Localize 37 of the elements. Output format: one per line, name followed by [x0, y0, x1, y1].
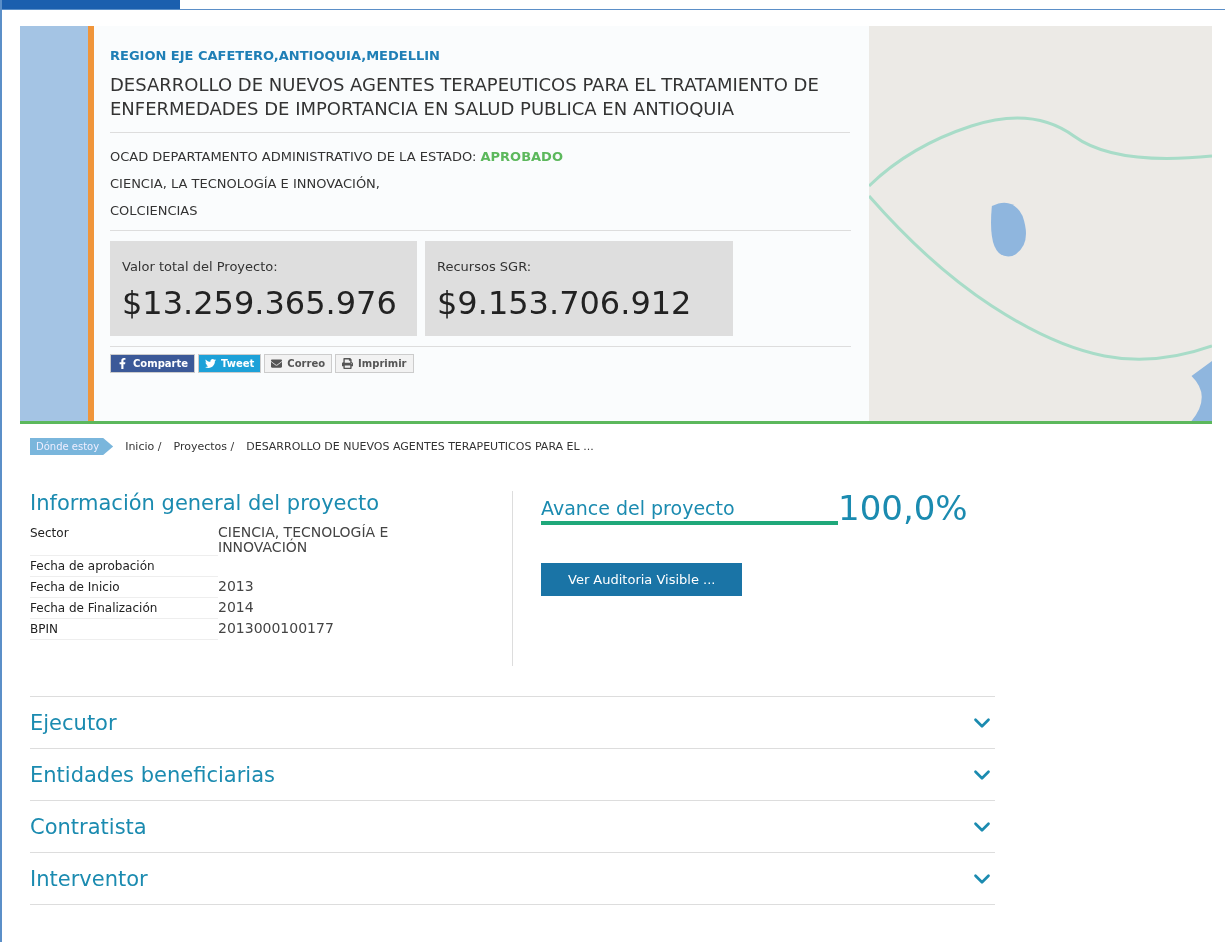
facebook-share-button[interactable]: Comparte	[110, 353, 196, 373]
accordion-header[interactable]: Interventor	[30, 853, 995, 905]
project-title: DESARROLLO DE NUEVOS AGENTES TERAPEUTICOS PARA EL TRATAMIENTO DE ENFERMEDADES DE IMPORTANCIA EN SALUD PUBLICA EN ANTIOQUIA	[110, 73, 850, 133]
ocad-text: CIENCIA, LA TECNOLOGÍA E INNOVACIÓN,	[110, 174, 381, 193]
progress-heading: Avance del proyecto	[541, 497, 736, 519]
section-heading: Información general del proyecto	[30, 491, 381, 515]
ocad-text: COLCIENCIAS	[110, 201, 199, 220]
facebook-icon	[117, 357, 128, 369]
accordion-header[interactable]: Contratista	[30, 801, 995, 853]
breadcrumb-link[interactable]: DESARROLLO DE NUEVOS AGENTES TERAPEUTICOS PARA EL ...	[246, 440, 594, 453]
amount-label: Valor total del Proyecto:	[122, 258, 279, 274]
email-share-button[interactable]: Correo	[264, 353, 333, 373]
breadcrumb-link[interactable]: Inicio /	[125, 440, 162, 453]
ocad-status: OCAD DEPARTAMENTO ADMINISTRATIVO DE LA ESTADO: APROBADO	[110, 147, 564, 166]
field-value: 2013000100177	[218, 619, 335, 639]
field-value: 2014	[218, 598, 255, 618]
field-label: BPIN	[30, 619, 218, 641]
accordion-header[interactable]: Ejecutor	[30, 697, 995, 749]
email-icon	[271, 357, 283, 369]
breadcrumb-link[interactable]: Proyectos /	[173, 440, 235, 453]
field-value: CIENCIA, TECNOLOGÍA E INNOVACIÓN	[218, 523, 390, 557]
breadcrumb-label: Dónde estoy	[30, 438, 114, 455]
audit-button[interactable]: Ver Auditoria Visible ...	[541, 563, 743, 596]
field-label: Fecha de Finalización	[30, 598, 218, 620]
amount-value: $13.259.365.976	[122, 283, 398, 322]
twitter-icon	[205, 357, 217, 369]
progress-percentage: 100,0%	[838, 491, 968, 525]
print-share-button[interactable]: Imprimir	[335, 353, 414, 373]
field-label: Sector	[30, 523, 218, 557]
field-label: Fecha de Inicio	[30, 577, 218, 599]
print-icon	[342, 357, 354, 369]
amount-label: Recursos SGR:	[437, 258, 533, 274]
accordion-header[interactable]: Entidades beneficiarias	[30, 749, 995, 801]
region-text: REGION EJE CAFETERO,ANTIOQUIA,MEDELLIN	[110, 48, 441, 63]
amount-value: $9.153.706.912	[437, 283, 693, 322]
field-value: 2013	[218, 577, 255, 597]
field-label: Fecha de aprobación	[30, 556, 218, 578]
